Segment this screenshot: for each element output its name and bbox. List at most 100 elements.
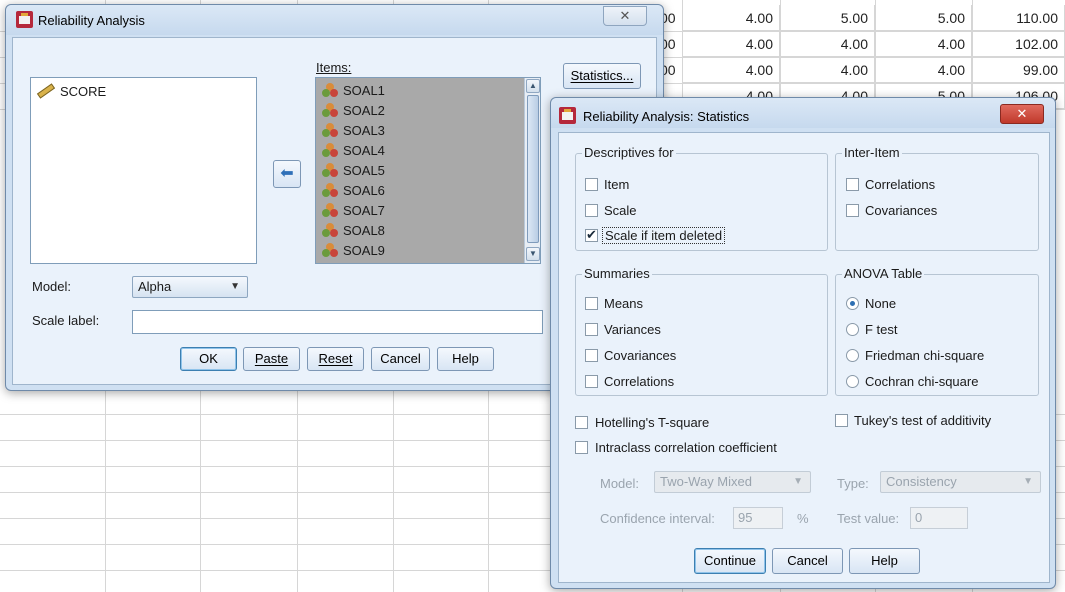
items-label: Items: xyxy=(316,60,352,75)
covariances-label: Covariances xyxy=(604,348,677,363)
item-label: SOAL8 xyxy=(343,223,385,238)
variables-list[interactable]: SCORE xyxy=(30,77,257,264)
item-checkbox[interactable] xyxy=(585,178,598,191)
test-value-input[interactable]: 0 xyxy=(910,507,968,529)
inter-item-covariances-checkbox[interactable] xyxy=(846,204,859,217)
list-item[interactable]: SOAL9 xyxy=(322,241,385,261)
confidence-interval-input[interactable]: 95 xyxy=(733,507,783,529)
tukey-checkbox[interactable] xyxy=(835,414,848,427)
spss-app-icon xyxy=(559,107,576,124)
summaries-group: Summaries Means Variances Covariances Co… xyxy=(575,266,828,396)
nominal-variable-icon xyxy=(322,143,339,157)
chevron-down-icon: ▼ xyxy=(793,476,803,487)
cancel-button[interactable]: Cancel xyxy=(772,548,843,574)
statistics-dialog: Reliability Analysis: Statistics ✕ Descr… xyxy=(550,97,1056,589)
grid-cell[interactable]: 5.00 xyxy=(875,5,972,31)
cancel-button[interactable]: Cancel xyxy=(371,347,430,371)
grid-cell[interactable]: 4.00 xyxy=(682,5,780,31)
model-dropdown-value: Alpha xyxy=(138,279,172,294)
list-item[interactable]: SOAL8 xyxy=(322,221,385,241)
title-bar[interactable]: Reliability Analysis ✕ xyxy=(6,5,663,35)
scale-if-item-deleted-checkbox[interactable] xyxy=(585,227,598,243)
grid-cell[interactable]: 4.00 xyxy=(682,57,780,83)
grid-cell[interactable]: 4.00 xyxy=(875,31,972,57)
grid-cell[interactable]: 99.00 xyxy=(972,57,1065,83)
inter-item-covariances-label: Covariances xyxy=(865,203,938,218)
scale-checkbox-label: Scale xyxy=(604,203,637,218)
grid-cell[interactable]: 4.00 xyxy=(682,31,780,57)
anova-friedman-label: Friedman chi-square xyxy=(865,348,985,363)
inter-item-group: Inter-Item Correlations Covariances xyxy=(835,145,1039,251)
means-checkbox[interactable] xyxy=(585,297,598,310)
statistics-button[interactable]: Statistics... xyxy=(563,63,641,89)
items-scrollbar[interactable]: ▲ ▼ xyxy=(524,78,540,263)
move-to-items-button[interactable]: ⬅ xyxy=(273,160,301,188)
scale-ruler-icon xyxy=(36,83,56,99)
icc-type-label: Type: xyxy=(837,476,869,491)
list-item[interactable]: SOAL6 xyxy=(322,181,385,201)
icc-type-value: Consistency xyxy=(886,474,957,489)
anova-none-radio[interactable] xyxy=(846,297,859,310)
list-item[interactable]: SOAL7 xyxy=(322,201,385,221)
title-bar[interactable]: Reliability Analysis: Statistics ✕ xyxy=(551,98,1055,128)
model-dropdown[interactable]: Alpha ▼ xyxy=(132,276,248,298)
hotelling-checkbox[interactable] xyxy=(575,416,588,429)
icc-type-dropdown[interactable]: Consistency ▼ xyxy=(880,471,1041,493)
help-button[interactable]: Help xyxy=(849,548,920,574)
grid-cell[interactable]: 4.00 xyxy=(875,57,972,83)
ok-button[interactable]: OK xyxy=(180,347,237,371)
grid-cell[interactable]: 110.00 xyxy=(972,5,1065,31)
confidence-interval-label: Confidence interval: xyxy=(600,511,715,526)
continue-button[interactable]: Continue xyxy=(694,548,766,574)
item-label: SOAL7 xyxy=(343,203,385,218)
inter-item-correlations-checkbox[interactable] xyxy=(846,178,859,191)
nominal-variable-icon xyxy=(322,103,339,117)
anova-table-group: ANOVA Table None F test Friedman chi-squ… xyxy=(835,266,1039,396)
scroll-down-icon[interactable]: ▼ xyxy=(526,247,540,261)
reset-button[interactable]: Reset xyxy=(307,347,364,371)
close-icon[interactable]: ✕ xyxy=(603,6,647,26)
covariances-checkbox[interactable] xyxy=(585,349,598,362)
nominal-variable-icon xyxy=(322,83,339,97)
correlations-label: Correlations xyxy=(604,374,675,389)
close-icon[interactable]: ✕ xyxy=(1000,104,1044,124)
scale-checkbox[interactable] xyxy=(585,204,598,217)
grid-cell[interactable]: 5.00 xyxy=(780,5,875,31)
inter-item-correlations-label: Correlations xyxy=(865,177,936,192)
anova-f-test-radio[interactable] xyxy=(846,323,859,336)
chevron-down-icon: ▼ xyxy=(230,281,240,292)
item-label: SOAL4 xyxy=(343,143,385,158)
items-list[interactable]: SOAL1 SOAL2 SOAL3 SOAL4 SOAL5 SOAL6 SOAL7 SOAL8… xyxy=(315,77,541,264)
nominal-variable-icon xyxy=(322,203,339,217)
scale-label-input[interactable] xyxy=(132,310,543,334)
item-label: SOAL2 xyxy=(343,103,385,118)
grid-cell[interactable]: 4.00 xyxy=(780,31,875,57)
model-label: Model: xyxy=(32,279,72,294)
icc-model-dropdown[interactable]: Two-Way Mixed ▼ xyxy=(654,471,811,493)
tukey-label: Tukey's test of additivity xyxy=(854,413,992,428)
list-item[interactable]: SOAL2 xyxy=(322,101,385,121)
list-item[interactable]: SOAL4 xyxy=(322,141,385,161)
scroll-thumb[interactable] xyxy=(527,95,539,243)
list-item[interactable]: SOAL5 xyxy=(322,161,385,181)
anova-cochran-radio[interactable] xyxy=(846,375,859,388)
variable-item-score[interactable]: SCORE xyxy=(36,82,106,102)
nominal-variable-icon xyxy=(322,183,339,197)
grid-cell[interactable]: 4.00 xyxy=(780,57,875,83)
scale-if-item-deleted-label: Scale if item deleted xyxy=(602,227,726,244)
percent-label: % xyxy=(797,511,809,526)
icc-model-value: Two-Way Mixed xyxy=(660,474,752,489)
chevron-down-icon: ▼ xyxy=(1023,476,1033,487)
list-item[interactable]: SOAL1 xyxy=(322,81,385,101)
summaries-title: Summaries xyxy=(582,266,652,281)
correlations-checkbox[interactable] xyxy=(585,375,598,388)
scroll-up-icon[interactable]: ▲ xyxy=(526,79,540,93)
variances-checkbox[interactable] xyxy=(585,323,598,336)
grid-cell[interactable]: 102.00 xyxy=(972,31,1065,57)
help-button[interactable]: Help xyxy=(437,347,494,371)
anova-friedman-radio[interactable] xyxy=(846,349,859,362)
list-item[interactable]: SOAL3 xyxy=(322,121,385,141)
paste-button[interactable]: Paste xyxy=(243,347,300,371)
anova-cochran-label: Cochran chi-square xyxy=(865,374,979,389)
icc-checkbox[interactable] xyxy=(575,441,588,454)
